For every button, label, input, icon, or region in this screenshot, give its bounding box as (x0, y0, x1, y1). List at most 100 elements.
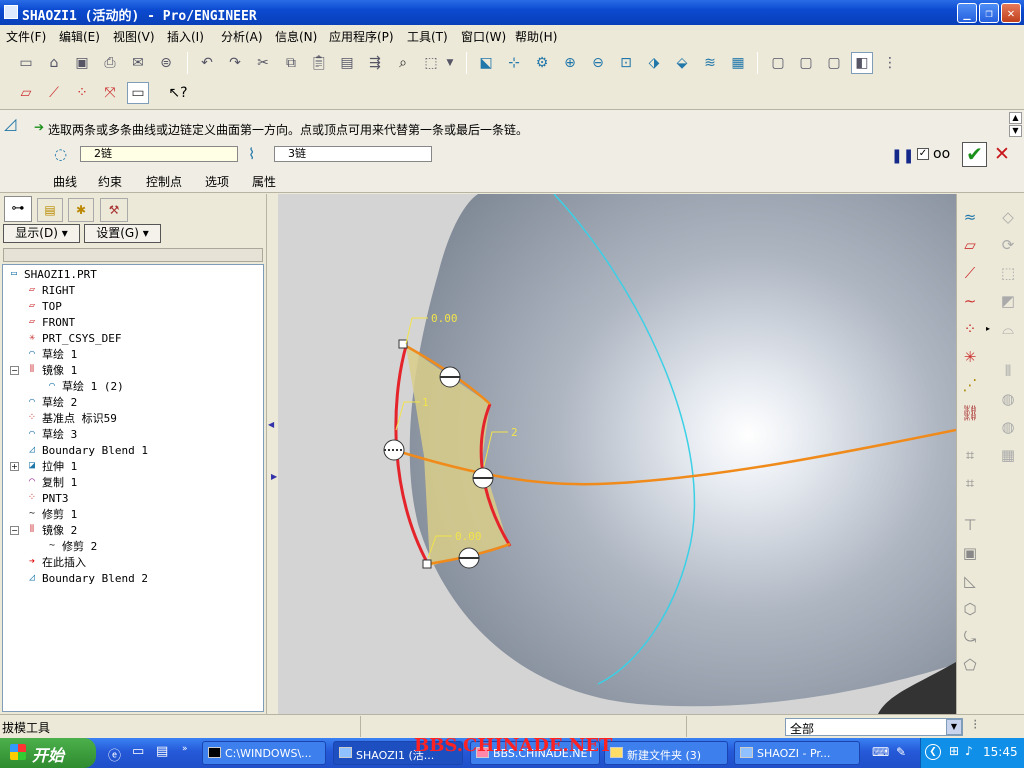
tab-options[interactable]: 选项 (205, 173, 229, 190)
expand-extrude1[interactable]: + (10, 462, 19, 471)
tree-item-top[interactable]: ▱ TOP (25, 298, 62, 314)
chevron-right-icon[interactable]: ▸ (983, 318, 993, 340)
pattern-icon[interactable]: ▦ (997, 444, 1019, 466)
restore-button[interactable]: ❐ (979, 3, 999, 23)
datum-axis-display-icon[interactable]: ⟋ (43, 82, 65, 104)
tray-expand-icon[interactable]: ❮ (925, 744, 941, 760)
menu-insert[interactable]: 插入(I) (167, 28, 204, 45)
email-link-icon[interactable]: ⊜ (155, 52, 177, 74)
datum-axis-icon[interactable]: ⟋ (959, 262, 981, 284)
task-shaozi[interactable]: SHAOZI - Pr... (734, 741, 860, 765)
annotation-display-icon[interactable]: ▭ (127, 82, 149, 104)
datum-curve-icon[interactable]: ∼ (959, 290, 981, 312)
model-tree-toggle-icon[interactable]: ⋮ (879, 52, 901, 74)
panel-splitter[interactable]: ◀ ▶ (266, 194, 278, 714)
volume-icon[interactable]: ♪ (965, 744, 973, 758)
collapse-arrow-icon[interactable]: ◀ (268, 420, 274, 429)
refit-icon[interactable]: ⊡ (615, 52, 637, 74)
paste-icon[interactable]: 📋︎ (308, 52, 330, 74)
folder-browser-tab-icon[interactable]: ▤ (37, 198, 63, 222)
tree-item-part[interactable]: ▭ SHAOZI1.PRT (7, 266, 97, 282)
quick-launch-desktop-icon[interactable]: ▭ (132, 744, 144, 759)
close-button[interactable]: ✕ (1001, 3, 1021, 23)
hidden-line-icon[interactable]: ▢ (795, 52, 817, 74)
keyboard-icon[interactable]: ⌨ (872, 745, 889, 759)
first-direction-field[interactable]: 2链 (80, 146, 238, 162)
clock[interactable]: 15:45 (983, 745, 1018, 759)
open-icon[interactable]: ⌂ (43, 52, 65, 74)
chevron-down-icon[interactable]: ▼ (444, 52, 456, 74)
mirror-tool-icon[interactable]: ⫴ (997, 360, 1019, 382)
tree-item-trim1[interactable]: ∼ 修剪 1 (25, 506, 77, 522)
cut-icon[interactable]: ✂ (252, 52, 274, 74)
show-dropdown[interactable]: 显示(D) ▾ (3, 224, 80, 243)
network-icon[interactable]: ⊞ (949, 744, 959, 758)
vertex-handle[interactable] (422, 559, 432, 569)
cancel-button[interactable]: ✕ (994, 143, 1010, 165)
quick-launch-media-icon[interactable]: ▤ (156, 744, 168, 759)
tree-item-sketch1-copy[interactable]: ⌒ 草绘 1 (2) (45, 378, 124, 394)
orient-icon[interactable]: ⚙ (531, 52, 553, 74)
model-canvas[interactable]: 0.00 1 2 0.00 (278, 194, 956, 714)
menu-info[interactable]: 信息(N) (275, 28, 317, 45)
tree-item-pnt3[interactable]: ⁘ PNT3 (25, 490, 69, 506)
pause-icon[interactable]: ❚❚ (891, 148, 914, 164)
datum-curve-sketch-icon[interactable]: ≈ (959, 206, 981, 228)
selection-filter[interactable]: 全部 (785, 718, 963, 736)
round-icon[interactable]: ◺ (959, 570, 981, 592)
task-cmd[interactable]: C:\WINDOWS\... (202, 741, 326, 765)
zoom-in-icon[interactable]: ⊕ (559, 52, 581, 74)
datum-point-display-icon[interactable]: ⁘ (71, 82, 93, 104)
shading-icon[interactable]: ◧ (851, 52, 873, 74)
blend-tool-icon[interactable]: ◩ (997, 290, 1019, 312)
blend-icon[interactable]: ⬠ (959, 654, 981, 676)
redo-icon[interactable]: ↷ (224, 52, 246, 74)
merge-icon[interactable]: ◍ (997, 388, 1019, 410)
tree-item-boundary-blend1[interactable]: ◿ Boundary Blend 1 (25, 442, 148, 458)
menu-tools[interactable]: 工具(T) (407, 28, 448, 45)
tree-item-trim2[interactable]: ∼ 修剪 2 (45, 538, 97, 554)
menu-analysis[interactable]: 分析(A) (221, 28, 263, 45)
minimize-button[interactable]: _ (957, 3, 977, 23)
view-manager-icon[interactable]: ▦ (727, 52, 749, 74)
tree-item-csys[interactable]: ✳ PRT_CSYS_DEF (25, 330, 122, 346)
hole-icon[interactable]: ⌗ (959, 444, 981, 466)
draft-icon[interactable]: ▣ (959, 542, 981, 564)
tab-properties[interactable]: 属性 (252, 173, 276, 190)
chevron-down-icon[interactable]: ▼ (946, 719, 962, 735)
analysis-feature-icon[interactable]: ⋰ (959, 374, 981, 396)
undo-icon[interactable]: ↶ (196, 52, 218, 74)
prompt-scroll-up[interactable]: ▲ (1009, 112, 1022, 124)
selection-box-icon[interactable]: ⬚ (420, 52, 442, 74)
tree-item-boundary-blend2[interactable]: ◿ Boundary Blend 2 (25, 570, 148, 586)
label-bottom-value[interactable]: 0.00 (455, 530, 482, 543)
email-icon[interactable]: ✉ (127, 52, 149, 74)
paste-special-icon[interactable]: ▤ (336, 52, 358, 74)
tree-item-sketch3[interactable]: ⌒ 草绘 3 (25, 426, 77, 442)
find-icon[interactable]: ⌕ (392, 52, 414, 74)
save-icon[interactable]: ▣ (71, 52, 93, 74)
tree-item-insert-here[interactable]: ➔ 在此插入 (25, 554, 86, 570)
tree-item-right[interactable]: ▱ RIGHT (25, 282, 75, 298)
sweep-icon[interactable]: ⤿ (959, 626, 981, 648)
saved-views-icon[interactable]: ⬙ (671, 52, 693, 74)
variable-sweep-icon[interactable]: ⬚ (997, 262, 1019, 284)
preview-glasses-icon[interactable]: oo (933, 146, 950, 162)
csys-icon[interactable]: ✳ (959, 346, 981, 368)
task-folder[interactable]: 新建文件夹 (3) (604, 741, 728, 765)
trim-tool-icon[interactable]: ◍ (997, 416, 1019, 438)
tab-curves[interactable]: 曲线 (53, 173, 77, 190)
pen-icon[interactable]: ✎ (896, 745, 906, 759)
insert-link-icon[interactable]: ⛓ (959, 402, 981, 424)
connections-tab-icon[interactable]: ⚒ (100, 198, 128, 222)
tree-item-sketch1[interactable]: ⌒ 草绘 1 (25, 346, 77, 362)
copy-icon[interactable]: ⧉ (280, 52, 302, 74)
menu-help[interactable]: 帮助(H) (515, 28, 557, 45)
tree-item-front[interactable]: ▱ FRONT (25, 314, 75, 330)
model-tree-tab-icon[interactable]: ⊶ (4, 196, 32, 222)
wireframe-icon[interactable]: ▢ (767, 52, 789, 74)
menu-applications[interactable]: 应用程序(P) (329, 28, 394, 45)
revolve-icon[interactable]: ⟳ (997, 234, 1019, 256)
csys-display-icon[interactable]: ⤧ (99, 82, 121, 104)
prompt-scroll-down[interactable]: ▼ (1009, 125, 1022, 137)
